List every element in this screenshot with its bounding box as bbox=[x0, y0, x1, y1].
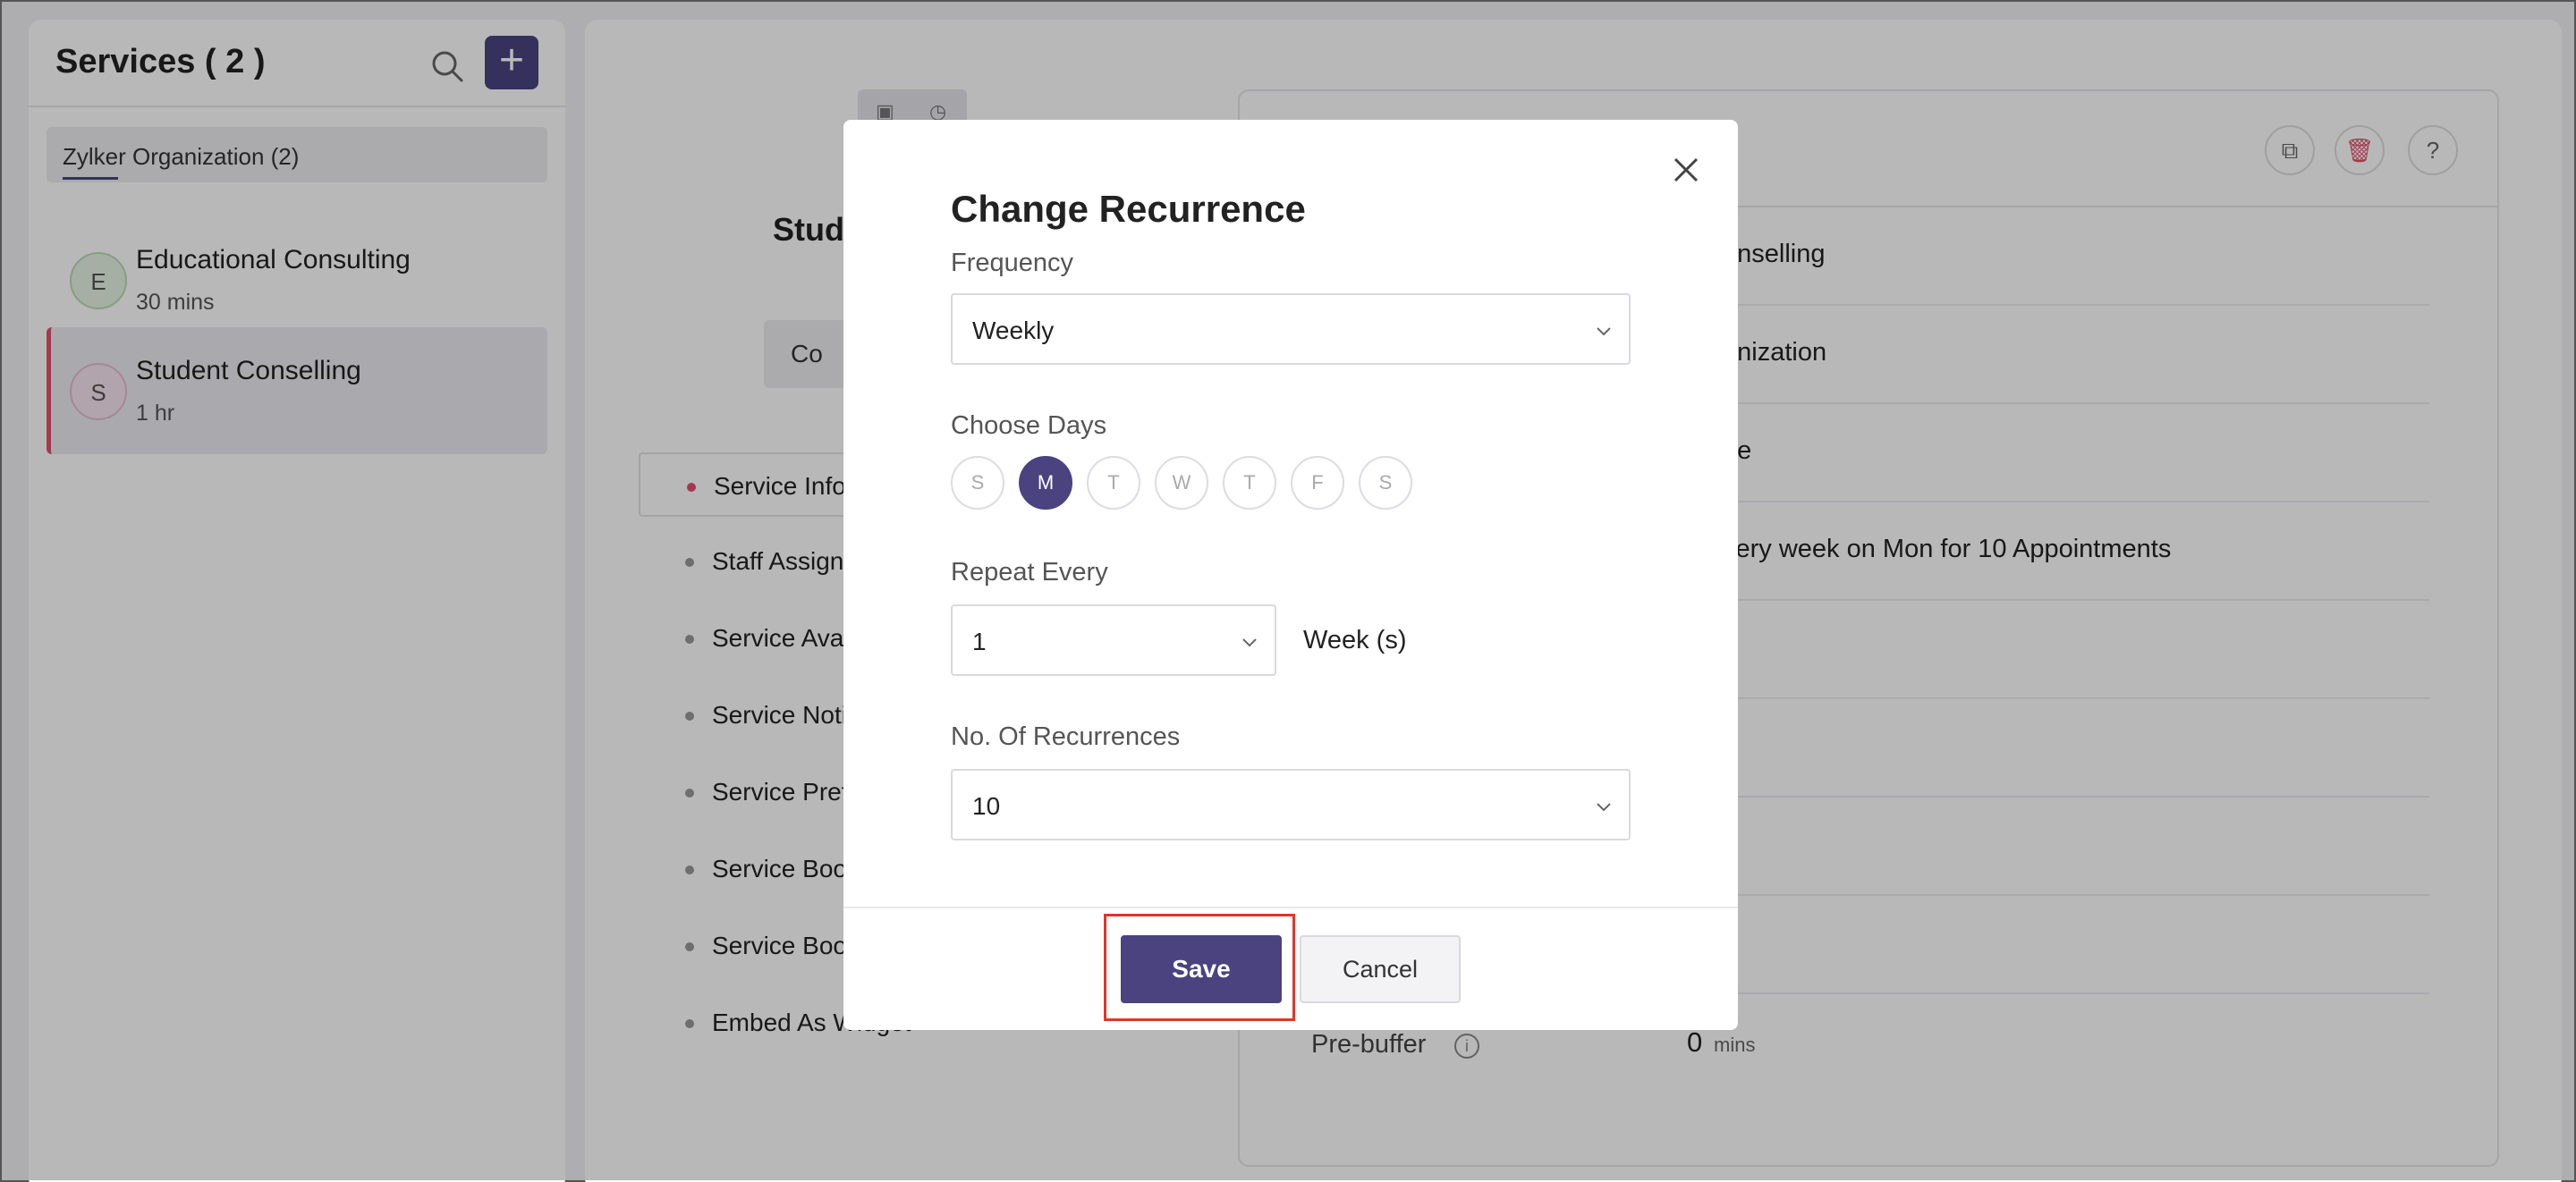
close-icon[interactable] bbox=[1666, 150, 1706, 190]
repeat-unit-label: Week (s) bbox=[1303, 626, 1407, 654]
choose-days-label: Choose Days bbox=[951, 411, 1107, 440]
day-monday[interactable]: M bbox=[1019, 456, 1072, 510]
day-sunday[interactable]: S bbox=[951, 456, 1004, 510]
frequency-value: Weekly bbox=[972, 317, 1055, 344]
chevron-down-icon bbox=[1595, 322, 1613, 340]
chevron-down-icon bbox=[1241, 633, 1258, 651]
recurrences-value: 10 bbox=[972, 792, 1001, 820]
chevron-down-icon bbox=[1595, 798, 1613, 815]
day-tuesday[interactable]: T bbox=[1087, 456, 1140, 510]
app-root: Services ( 2 ) + Zylker Organization (2)… bbox=[0, 0, 2576, 1182]
day-thursday[interactable]: T bbox=[1223, 456, 1276, 510]
recurrences-label: No. Of Recurrences bbox=[951, 722, 1181, 751]
day-picker: S M T W T F S bbox=[951, 456, 1452, 513]
repeat-every-label: Repeat Every bbox=[951, 558, 1108, 587]
modal-title: Change Recurrence bbox=[951, 188, 1306, 230]
save-button[interactable]: Save bbox=[1121, 935, 1282, 1003]
repeat-every-select[interactable]: 1 bbox=[951, 604, 1276, 676]
repeat-every-value: 1 bbox=[972, 628, 987, 655]
frequency-select[interactable]: Weekly bbox=[951, 293, 1631, 365]
day-friday[interactable]: F bbox=[1291, 456, 1344, 510]
modal-footer-divider bbox=[843, 907, 1738, 908]
change-recurrence-modal: Change Recurrence Frequency Weekly Choos… bbox=[843, 120, 1738, 1030]
day-wednesday[interactable]: W bbox=[1155, 456, 1208, 510]
day-saturday[interactable]: S bbox=[1359, 456, 1412, 510]
cancel-button[interactable]: Cancel bbox=[1300, 935, 1461, 1003]
frequency-label: Frequency bbox=[951, 249, 1074, 277]
recurrences-select[interactable]: 10 bbox=[951, 769, 1631, 840]
